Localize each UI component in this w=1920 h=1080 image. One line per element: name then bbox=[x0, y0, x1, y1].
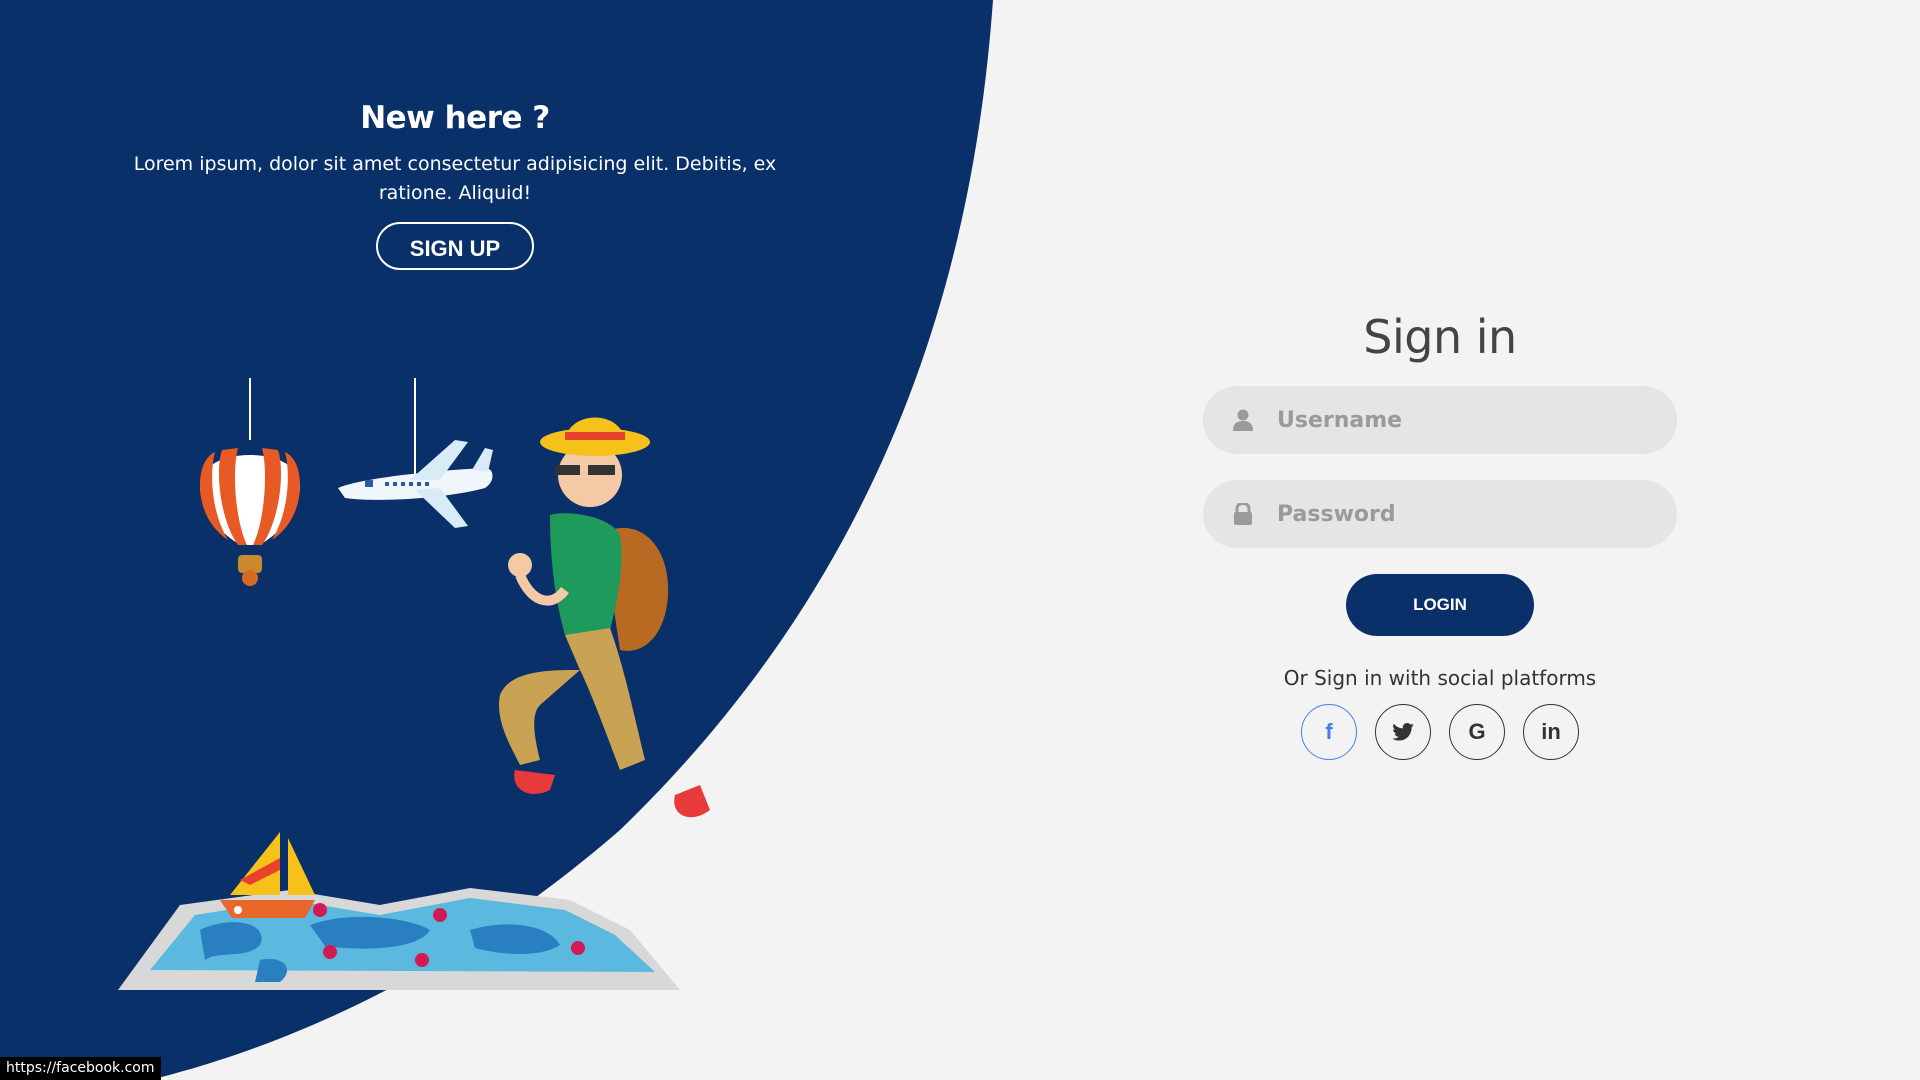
left-panel-content: New here ? Lorem ipsum, dolor sit amet c… bbox=[130, 100, 780, 270]
sign-in-form: Sign in LOGIN Or Sign in with social pla… bbox=[1203, 300, 1677, 760]
new-here-text: Lorem ipsum, dolor sit amet consectetur … bbox=[133, 153, 777, 204]
new-here-title: New here ? bbox=[360, 100, 550, 136]
sign-up-button[interactable]: SIGN UP bbox=[376, 222, 534, 270]
world-map-icon bbox=[118, 888, 680, 990]
social-signin-text: Or Sign in with social platforms bbox=[1283, 666, 1597, 690]
traveler-icon bbox=[499, 417, 710, 818]
user-icon bbox=[1203, 409, 1283, 431]
google-icon: G bbox=[1468, 719, 1486, 744]
password-field[interactable] bbox=[1203, 480, 1677, 548]
sailboat-icon bbox=[220, 832, 315, 918]
username-input[interactable] bbox=[1277, 407, 1637, 433]
hot-air-balloon-icon bbox=[200, 448, 300, 586]
login-button[interactable]: LOGIN bbox=[1346, 574, 1534, 636]
travel-illustration bbox=[118, 378, 710, 990]
twitter-icon bbox=[1392, 723, 1414, 741]
lock-icon bbox=[1203, 503, 1283, 525]
google-button[interactable]: G bbox=[1449, 704, 1505, 760]
linkedin-icon: in bbox=[1541, 719, 1561, 744]
login-page: New here ? Lorem ipsum, dolor sit amet c… bbox=[0, 0, 1920, 1080]
twitter-button[interactable] bbox=[1375, 704, 1431, 760]
facebook-icon: f bbox=[1325, 719, 1333, 744]
sign-in-title: Sign in bbox=[1363, 310, 1517, 364]
status-bar-url: https://facebook.com bbox=[0, 1057, 162, 1080]
social-media-row: f G in bbox=[1203, 704, 1677, 760]
username-field[interactable] bbox=[1203, 386, 1677, 454]
linkedin-button[interactable]: in bbox=[1523, 704, 1579, 760]
password-input[interactable] bbox=[1277, 501, 1637, 527]
facebook-button[interactable]: f bbox=[1301, 704, 1357, 760]
